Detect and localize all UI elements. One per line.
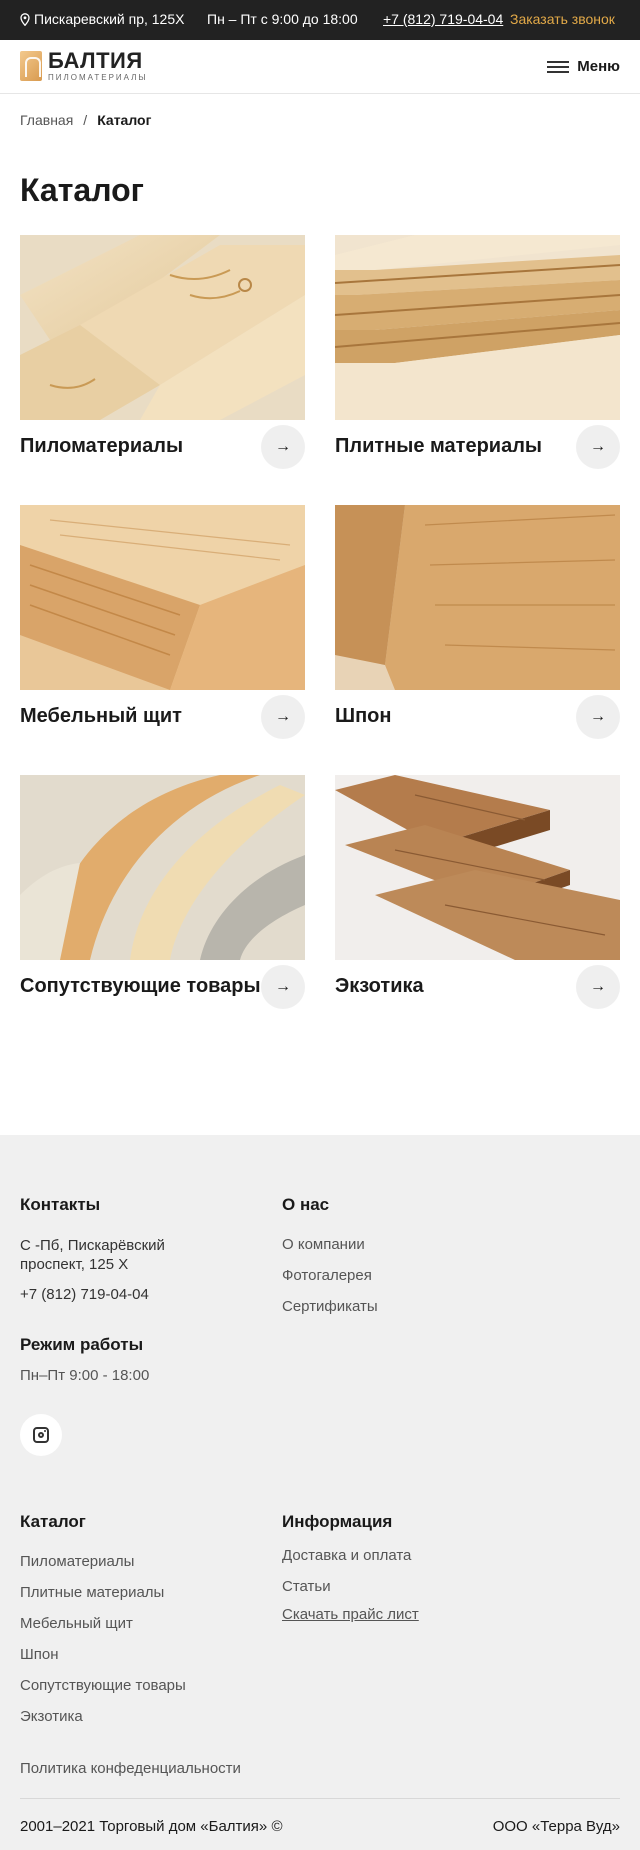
footer-catalog-title: Каталог <box>20 1512 86 1531</box>
copyright: 2001–2021 Торговый дом «Балтия» © <box>20 1818 283 1835</box>
card-title[interactable]: Экзотика <box>335 975 424 998</box>
card-title[interactable]: Плитные материалы <box>335 435 542 458</box>
footer-link-price-list[interactable]: Скачать прайс лист <box>282 1606 419 1623</box>
arrow-right-icon[interactable]: → <box>261 695 305 739</box>
footer-link-about-company[interactable]: О компании <box>282 1236 365 1253</box>
hamburger-icon <box>547 60 570 73</box>
catalog-card-furniture-panel[interactable]: Мебельный щит → <box>20 505 305 745</box>
catalog-card-exotic[interactable]: Экзотика → <box>335 775 620 1015</box>
instagram-icon <box>33 1427 49 1443</box>
company-name: ООО «Терра Вуд» <box>492 1818 620 1835</box>
page-title: Каталог <box>20 172 144 208</box>
furniture-panel-image <box>20 505 305 690</box>
working-hours: Пн – Пт с 9:00 до 18:00 <box>207 11 358 27</box>
exotic-image <box>335 775 620 960</box>
footer-phone-link[interactable]: +7 (812) 719-04-04 <box>20 1285 149 1304</box>
catalog-card-lumber[interactable]: Пиломатериалы → <box>20 235 305 475</box>
menu-button[interactable]: Меню <box>547 58 620 75</box>
footer-link-veneer[interactable]: Шпон <box>20 1646 59 1663</box>
footer-about-title: О нас <box>282 1195 330 1214</box>
logo-mark-icon <box>20 51 42 81</box>
catalog-card-boards[interactable]: Плитные материалы → <box>335 235 620 475</box>
phone-link[interactable]: +7 (812) 719-04-04 <box>383 11 503 27</box>
card-title[interactable]: Шпон <box>335 705 391 728</box>
footer-link-delivery[interactable]: Доставка и оплата <box>282 1547 411 1564</box>
location-pin-icon <box>20 12 30 26</box>
footer-hours: Пн–Пт 9:00 - 18:00 <box>20 1367 150 1384</box>
footer-contacts-title: Контакты <box>20 1195 101 1214</box>
footer-address-line1: С -Пб, Пискарёвский <box>20 1237 165 1254</box>
footer-hours-title: Режим работы <box>20 1335 144 1354</box>
card-title[interactable]: Мебельный щит <box>20 705 182 728</box>
logo-subtitle: ПИЛОМАТЕРИАЛЫ <box>48 73 148 82</box>
footer-divider <box>20 1798 620 1799</box>
footer-link-certificates[interactable]: Сертификаты <box>282 1298 378 1315</box>
boards-image <box>335 235 620 420</box>
footer-link-lumber[interactable]: Пиломатериалы <box>20 1553 134 1570</box>
card-title[interactable]: Сопутствующие товары <box>20 975 261 998</box>
breadcrumb-current: Каталог <box>97 112 152 128</box>
card-title[interactable]: Пиломатериалы <box>20 435 183 458</box>
footer-link-articles[interactable]: Статьи <box>282 1578 331 1595</box>
footer-link-boards[interactable]: Плитные материалы <box>20 1584 164 1601</box>
callback-button[interactable]: Заказать звонок <box>510 11 615 27</box>
logo-title: БАЛТИЯ <box>48 48 143 73</box>
catalog-card-accessories[interactable]: Сопутствующие товары → <box>20 775 305 1015</box>
footer-link-exotic[interactable]: Экзотика <box>20 1708 83 1725</box>
breadcrumb: Главная / Каталог <box>20 112 151 128</box>
footer-link-accessories[interactable]: Сопутствующие товары <box>20 1677 186 1694</box>
footer-address-line2: проспект, 125 Х <box>20 1256 129 1273</box>
top-bar: Пискаревский пр, 125Х Пн – Пт с 9:00 до … <box>0 0 640 40</box>
breadcrumb-separator: / <box>83 112 88 128</box>
arrow-right-icon[interactable]: → <box>261 965 305 1009</box>
privacy-policy-link[interactable]: Политика конфеденциальности <box>20 1760 241 1777</box>
accessories-image <box>20 775 305 960</box>
breadcrumb-home[interactable]: Главная <box>20 112 73 128</box>
veneer-image <box>335 505 620 690</box>
arrow-right-icon[interactable]: → <box>576 425 620 469</box>
arrow-right-icon[interactable]: → <box>261 425 305 469</box>
menu-label: Меню <box>577 58 620 75</box>
arrow-right-icon[interactable]: → <box>576 695 620 739</box>
footer-link-gallery[interactable]: Фотогалерея <box>282 1267 372 1284</box>
logo[interactable]: БАЛТИЯ ПИЛОМАТЕРИАЛЫ <box>20 50 148 82</box>
footer-info-title: Информация <box>282 1512 393 1531</box>
arrow-right-icon[interactable]: → <box>576 965 620 1009</box>
site-header: БАЛТИЯ ПИЛОМАТЕРИАЛЫ Меню <box>0 40 640 94</box>
address-link[interactable]: Пискаревский пр, 125Х <box>20 11 184 27</box>
lumber-image <box>20 235 305 420</box>
footer-link-furniture-panel[interactable]: Мебельный щит <box>20 1615 133 1632</box>
address-text: Пискаревский пр, 125Х <box>34 11 185 27</box>
site-footer: Контакты С -Пб, Пискарёвский проспект, 1… <box>0 1135 640 1850</box>
catalog-card-veneer[interactable]: Шпон → <box>335 505 620 745</box>
instagram-button[interactable] <box>20 1414 62 1456</box>
